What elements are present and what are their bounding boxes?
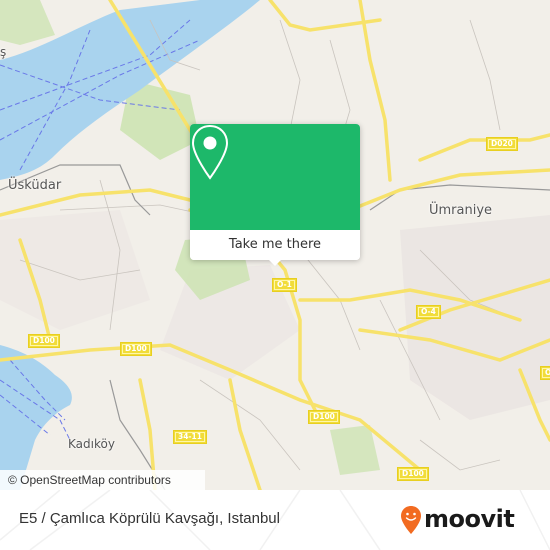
- road-shield-34-11: 34-11: [173, 430, 207, 444]
- place-label-partial: ş: [0, 45, 7, 59]
- road-shield-d020: D020: [486, 137, 518, 151]
- popup-header: [190, 124, 360, 230]
- popup-pointer: [267, 258, 283, 266]
- map-attribution[interactable]: © OpenStreetMap contributors: [0, 470, 205, 490]
- road-shield-d100-west: D100: [28, 334, 60, 348]
- stop-name: E5 / Çamlıca Köprülü Kavşağı, Istanbul: [19, 510, 280, 527]
- road-shield-d100-mid: D100: [120, 342, 152, 356]
- map-pin-icon: [191, 124, 229, 180]
- road-shield-o4: O-4: [416, 305, 441, 319]
- place-label-umraniye: Ümraniye: [429, 203, 493, 218]
- place-label-uskudar: Üsküdar: [8, 178, 62, 193]
- moovit-pin-icon: [401, 506, 421, 534]
- road-shield-o1: O-1: [272, 278, 297, 292]
- road-shield-d100-east: D100: [308, 410, 340, 424]
- map-view[interactable]: Üsküdar Ümraniye Kadıköy ş D020 O-1 O-4 …: [0, 0, 550, 490]
- moovit-wordmark: moovit: [424, 505, 515, 533]
- road-shield-d100-south: D100: [397, 467, 429, 481]
- road-shield-partial: O: [540, 366, 550, 380]
- stop-popup: Take me there: [190, 124, 360, 266]
- footer-bar: E5 / Çamlıca Köprülü Kavşağı, Istanbul m…: [0, 490, 550, 550]
- place-label-kadikoy: Kadıköy: [68, 437, 115, 451]
- take-me-there-button[interactable]: Take me there: [190, 230, 360, 260]
